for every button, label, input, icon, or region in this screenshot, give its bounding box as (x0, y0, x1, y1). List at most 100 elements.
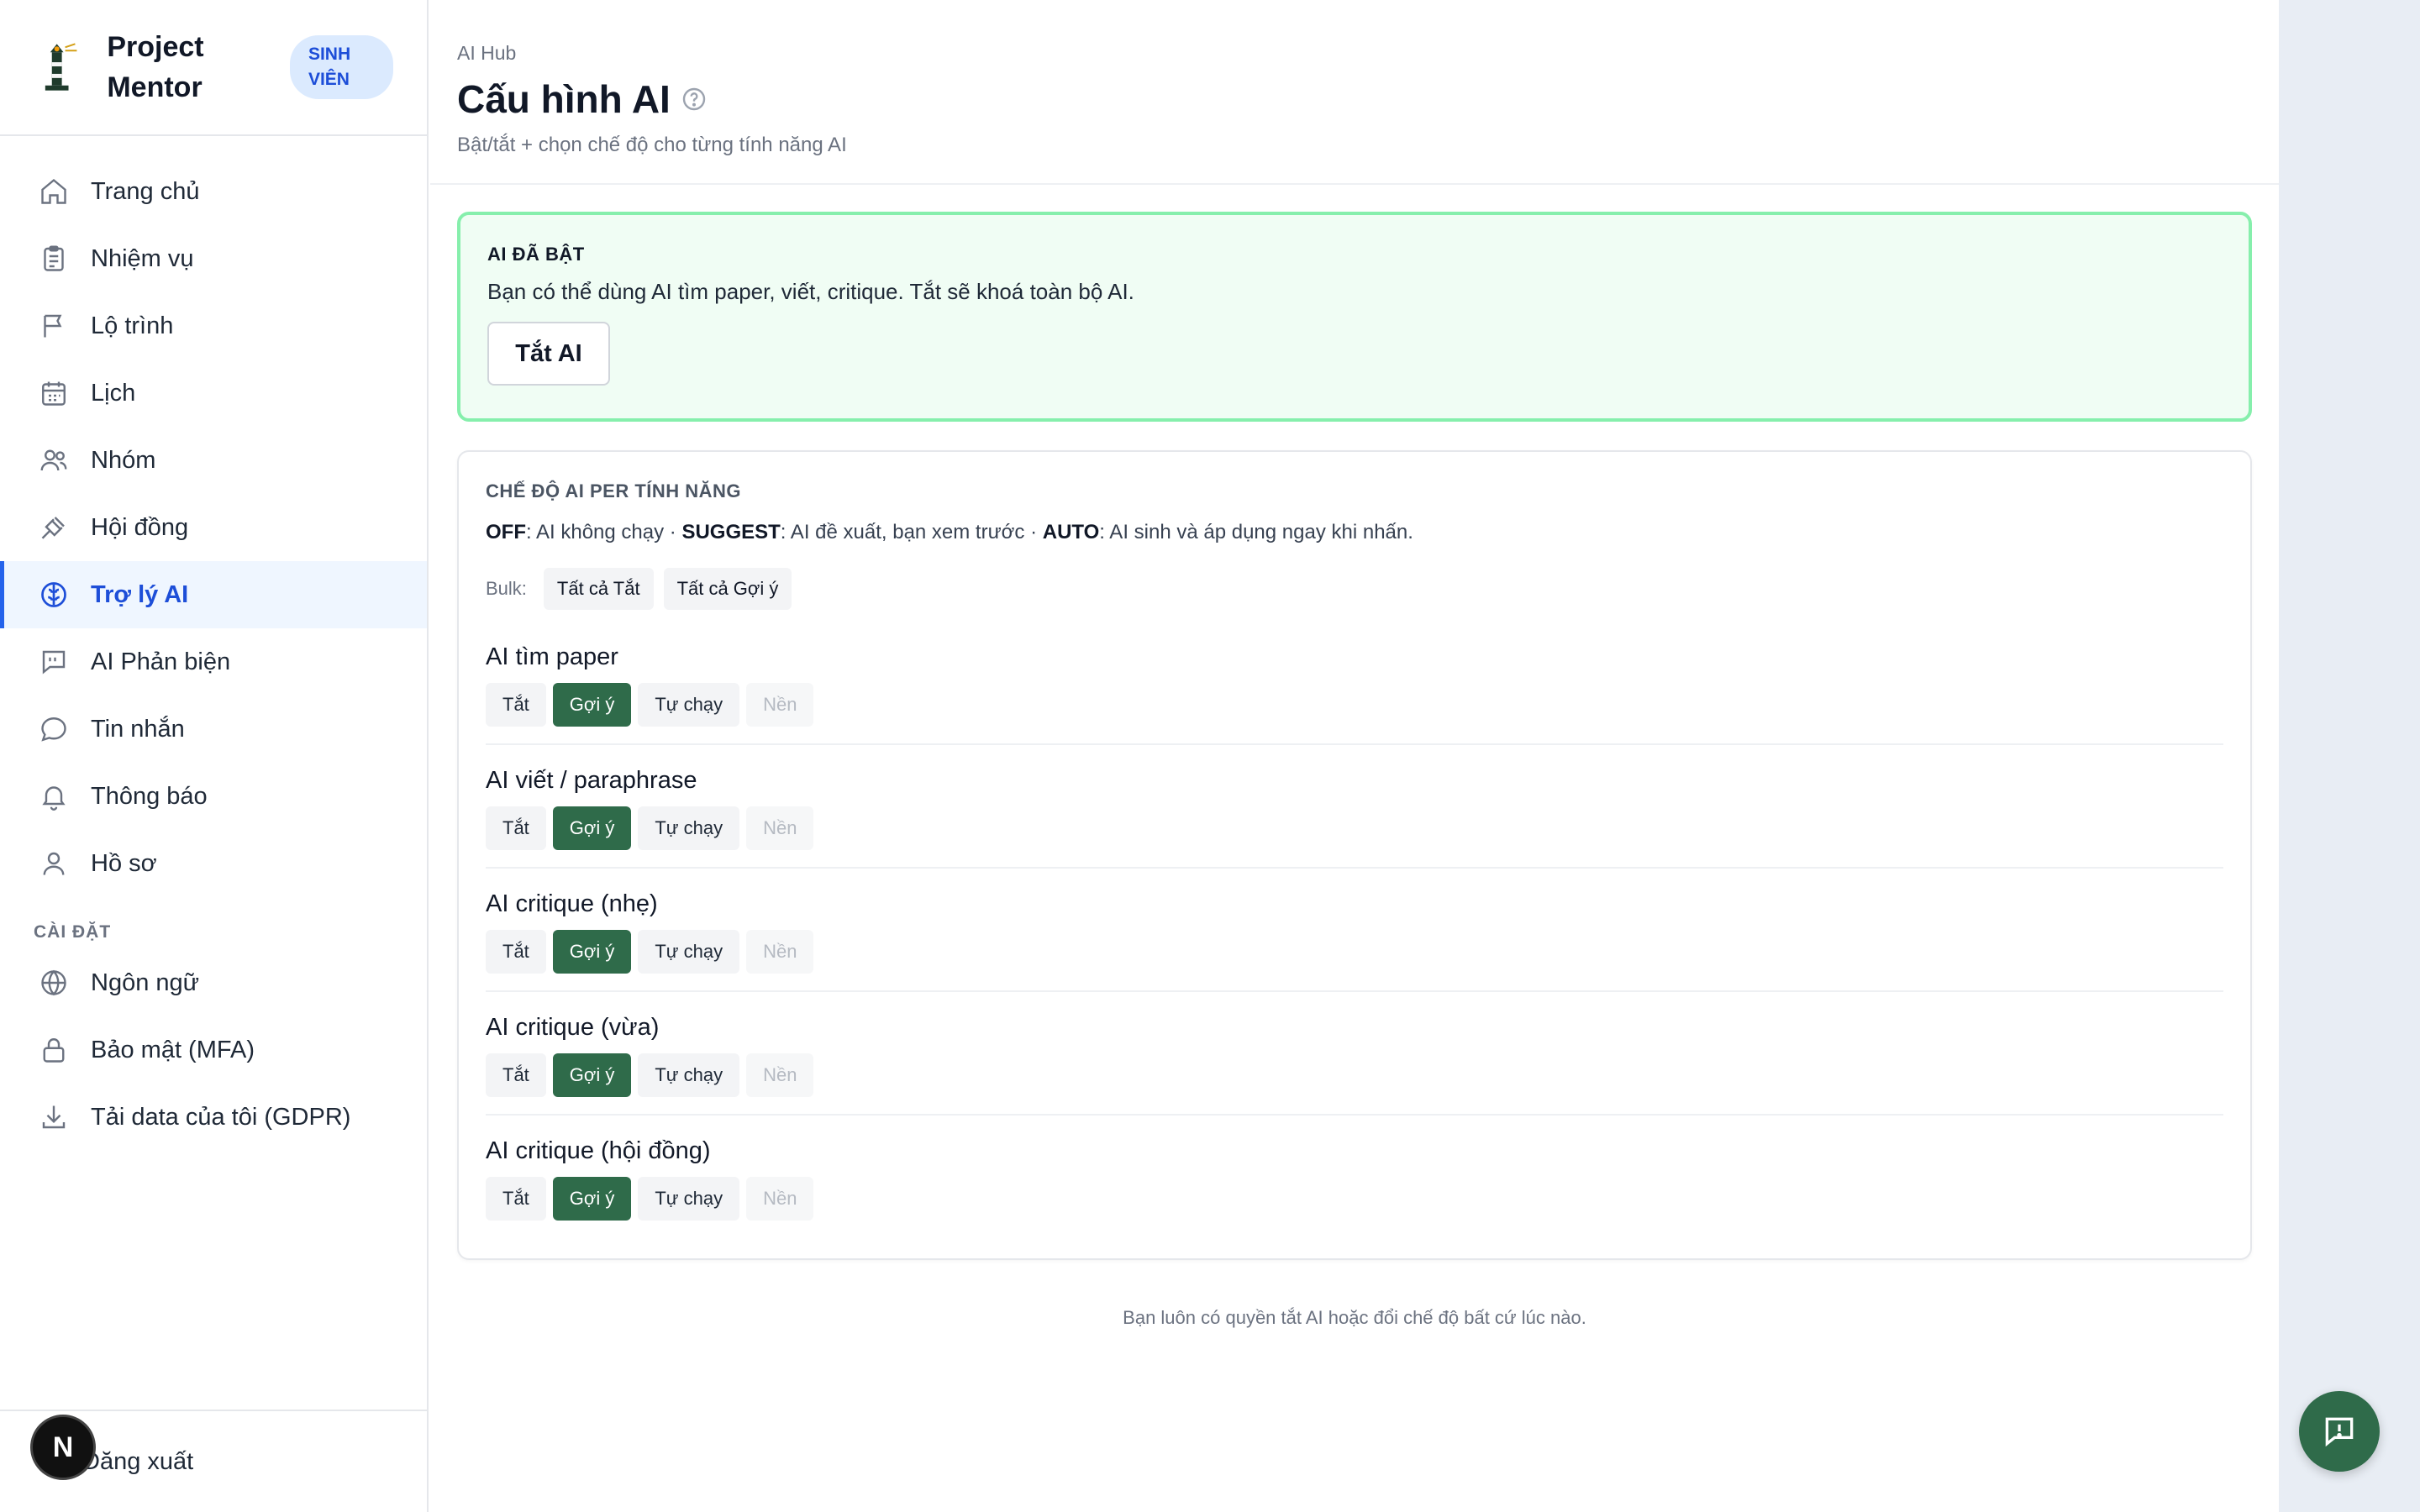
ai-status-heading: AI ĐÃ BẬT (487, 244, 585, 265)
nav-item-label: Lộ trình (91, 312, 174, 339)
nav-item-security[interactable]: Bảo mật (MFA) (0, 1016, 427, 1084)
mode-suggest-button[interactable]: Gợi ý (552, 930, 632, 974)
nav-item-label: Hội đồng (91, 513, 189, 541)
mode-suggest-button[interactable]: Gợi ý (552, 1177, 632, 1221)
logout-label: Đăng xuất (82, 1447, 194, 1475)
mode-background-button: Nền (746, 1053, 814, 1097)
quote-message-icon (42, 650, 66, 675)
nav-item-gdpr-download[interactable]: Tải data của tôi (GDPR) (0, 1084, 427, 1151)
app-name: Project Mentor (107, 31, 204, 103)
nav-item-label: Trang chủ (91, 177, 200, 205)
title-row: Cấu hình AI (457, 76, 2252, 122)
feature-row: AI critique (nhẹ) Tắt Gợi ý Tự chạy Nền (486, 869, 2223, 992)
nav-item-label: Bảo mật (MFA) (91, 1036, 255, 1063)
main-nav: Trang chủ Nhiệm vụ Lộ trình Lịch Nhóm Hộ… (0, 136, 427, 1151)
nav-item-label: Nhóm (91, 446, 156, 474)
globe-icon (41, 969, 66, 996)
mode-auto-button[interactable]: Tự chạy (638, 1177, 740, 1221)
user-icon (43, 852, 65, 875)
lock-icon (43, 1038, 65, 1063)
footnote: Bạn luôn có quyền tắt AI hoặc đổi chế độ… (1123, 1307, 1586, 1328)
brand-header: Project Mentor SINH VIÊN (0, 0, 427, 136)
users-icon (40, 449, 67, 471)
right-gutter (2279, 0, 2420, 1512)
breadcrumb[interactable]: AI Hub (457, 42, 2252, 65)
page-subtitle: Bật/tắt + chọn chế độ cho từng tính năng… (457, 134, 847, 156)
modes-heading: CHẾ ĐỘ AI PER TÍNH NĂNG (486, 480, 742, 501)
mode-off-button[interactable]: Tắt (486, 683, 546, 727)
mode-off-button[interactable]: Tắt (486, 1177, 546, 1221)
feature-row: AI critique (vừa) Tắt Gợi ý Tự chạy Nền (486, 992, 2223, 1116)
feature-name: AI critique (vừa) (486, 1014, 660, 1041)
feature-row: AI viết / paraphrase Tắt Gợi ý Tự chạy N… (486, 745, 2223, 869)
bell-icon (42, 786, 66, 811)
clipboard-icon (44, 245, 64, 271)
mode-auto-button[interactable]: Tự chạy (638, 683, 740, 727)
feature-row: AI critique (hội đồng) Tắt Gợi ý Tự chạy… (486, 1116, 2223, 1237)
nav-item-council[interactable]: Hội đồng (0, 494, 427, 561)
mode-off-button[interactable]: Tắt (486, 806, 546, 850)
dev-avatar[interactable]: N (30, 1415, 96, 1480)
mode-selector: Tắt Gợi ý Tự chạy Nền (486, 1177, 2223, 1221)
legend-suggest-desc: : AI đề xuất, bạn xem trước · (780, 521, 1043, 543)
bulk-all-suggest-button[interactable]: Tất cả Gợi ý (663, 568, 792, 610)
flag-icon (44, 314, 62, 338)
mode-selector: Tắt Gợi ý Tự chạy Nền (486, 930, 2223, 974)
ai-status-text: Bạn có thể dùng AI tìm paper, viết, crit… (487, 279, 1134, 304)
main-content: AI Hub Cấu hình AI Bật/tắt + chọn chế độ… (430, 0, 2279, 1512)
nav-item-label: Thông báo (91, 782, 208, 810)
nav-item-language[interactable]: Ngôn ngữ (0, 949, 427, 1016)
nav-item-calendar[interactable]: Lịch (0, 360, 427, 427)
help-circle-icon[interactable] (681, 86, 708, 113)
legend-auto-key: AUTO (1042, 521, 1100, 543)
sidebar: Project Mentor SINH VIÊN Trang chủ Nhiệm… (0, 0, 429, 1512)
lighthouse-logo-icon (45, 43, 77, 91)
bulk-row: Bulk: Tất cả Tắt Tất cả Gợi ý (486, 568, 2223, 610)
mode-off-button[interactable]: Tắt (486, 1053, 546, 1097)
nav-item-groups[interactable]: Nhóm (0, 427, 427, 494)
mode-background-button: Nền (746, 930, 814, 974)
settings-section-label: CÀI ĐẶT (34, 922, 112, 942)
feedback-button[interactable] (2299, 1391, 2380, 1472)
bulk-label: Bulk: (486, 578, 527, 599)
feature-name: AI viết / paraphrase (486, 767, 697, 794)
mode-off-button[interactable]: Tắt (486, 930, 546, 974)
page-title: Cấu hình AI (457, 77, 671, 121)
download-icon (42, 1105, 66, 1129)
nav-item-ai-assistant[interactable]: Trợ lý AI (0, 561, 427, 628)
nav-item-messages[interactable]: Tin nhắn (0, 696, 427, 763)
mode-selector: Tắt Gợi ý Tự chạy Nền (486, 1053, 2223, 1097)
nav-item-roadmap[interactable]: Lộ trình (0, 292, 427, 360)
feature-row: AI tìm paper Tắt Gợi ý Tự chạy Nền (486, 610, 2223, 745)
page-header: AI Hub Cấu hình AI Bật/tắt + chọn chế độ… (430, 0, 2279, 185)
brain-icon (41, 582, 66, 607)
turn-off-ai-button[interactable]: Tắt AI (487, 322, 610, 386)
mode-background-button: Nền (746, 683, 814, 727)
nav-item-ai-critique[interactable]: AI Phản biện (0, 628, 427, 696)
nav-item-tasks[interactable]: Nhiệm vụ (0, 225, 427, 292)
legend-auto-desc: : AI sinh và áp dụng ngay khi nhấn. (1099, 521, 1413, 543)
feedback-message-icon (2325, 1417, 2354, 1447)
mode-auto-button[interactable]: Tự chạy (638, 806, 740, 850)
mode-background-button: Nền (746, 806, 814, 850)
nav-item-label: Lịch (91, 379, 136, 407)
nav-item-label: Trợ lý AI (91, 580, 189, 608)
ai-modes-card: CHẾ ĐỘ AI PER TÍNH NĂNG OFF: AI không ch… (457, 450, 2252, 1260)
mode-suggest-button[interactable]: Gợi ý (552, 683, 632, 727)
nav-item-home[interactable]: Trang chủ (0, 158, 427, 225)
ai-status-card: AI ĐÃ BẬT Bạn có thể dùng AI tìm paper, … (457, 212, 2252, 422)
home-icon (41, 178, 66, 204)
nav-item-profile[interactable]: Hồ sơ (0, 830, 427, 897)
mode-suggest-button[interactable]: Gợi ý (552, 1053, 632, 1097)
chat-bubble-icon (41, 717, 66, 742)
gavel-icon (41, 517, 65, 539)
mode-auto-button[interactable]: Tự chạy (638, 1053, 740, 1097)
nav-item-label: Nhiệm vụ (91, 244, 194, 272)
bulk-all-off-button[interactable]: Tất cả Tắt (543, 568, 654, 610)
mode-suggest-button[interactable]: Gợi ý (552, 806, 632, 850)
feature-name: AI tìm paper (486, 643, 618, 670)
modes-legend: OFF: AI không chạy · SUGGEST: AI đề xuất… (486, 521, 2223, 544)
mode-selector: Tắt Gợi ý Tự chạy Nền (486, 806, 2223, 850)
nav-item-notifications[interactable]: Thông báo (0, 763, 427, 830)
mode-auto-button[interactable]: Tự chạy (638, 930, 740, 974)
